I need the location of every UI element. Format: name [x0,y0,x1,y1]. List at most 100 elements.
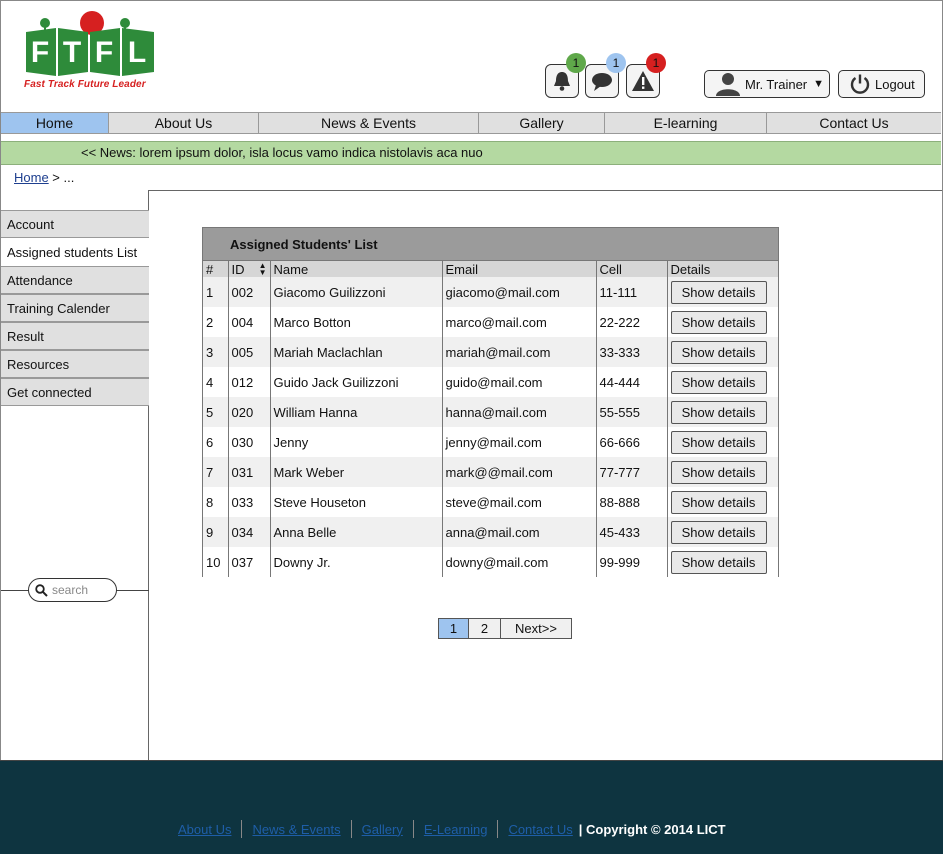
sidebar-item-get-connected[interactable]: Get connected [1,378,149,406]
cell-num: 10 [203,547,229,577]
sidebar-item-account[interactable]: Account [1,210,149,238]
show-details-button[interactable]: Show details [670,520,767,544]
search-input[interactable]: search [28,578,117,602]
cell-details: Show details [667,337,778,367]
footer-link-about-us[interactable]: About Us [178,822,231,837]
nav-e-learning[interactable]: E-learning [605,113,767,133]
table-title: Assigned Students' List [203,228,778,261]
messages-badge: 1 [606,53,626,73]
chevron-down-icon: ▼ [813,78,825,90]
cell-details: Show details [667,367,778,397]
nav-news-events[interactable]: News & Events [259,113,479,133]
nav-contact-us[interactable]: Contact Us [767,113,941,133]
sidebar-item-training-calender[interactable]: Training Calender [1,294,149,322]
show-details-button[interactable]: Show details [670,400,767,424]
students-table: Assigned Students' List # ID ▲ ▼ Name Ema… [202,227,779,577]
cell-email: giacomo@mail.com [442,277,597,307]
show-details-button[interactable]: Show details [670,430,767,454]
cell-id: 037 [228,547,271,577]
show-details-button[interactable]: Show details [670,370,767,394]
notifications-badge: 1 [566,53,586,73]
cell-name: Steve Houseton [270,487,443,517]
footer-link-news-events[interactable]: News & Events [252,822,340,837]
cell-cell: 77-777 [596,457,668,487]
table-row: 2 004 Marco Botton marco@mail.com 22-222 Show… [203,307,778,337]
sidebar-item-resources[interactable]: Resources [1,350,149,378]
show-details-button[interactable]: Show details [670,280,767,304]
logout-button[interactable]: Logout [838,70,925,98]
cell-email: marco@mail.com [442,307,597,337]
table-row: 3 005 Mariah Maclachlan mariah@mail.com 33-3… [203,337,778,367]
table-row: 6 030 Jenny jenny@mail.com 66-666 Show detail… [203,427,778,457]
cell-num: 9 [203,517,229,547]
cell-name: Downy Jr. [270,547,443,577]
cell-num: 2 [203,307,229,337]
footer-separator [412,820,414,838]
show-details-button[interactable]: Show details [670,310,767,334]
cell-id: 020 [228,397,271,427]
students-grid: # ID ▲ ▼ Name Email Cell Details 1 002 Giac… [203,261,778,577]
cell-num: 8 [203,487,229,517]
page-2-button[interactable]: 2 [469,619,501,638]
cell-num: 6 [203,427,229,457]
cell-id: 004 [228,307,271,337]
header-cell[interactable]: Cell [596,261,668,277]
cell-cell: 33-333 [596,337,668,367]
page-1-button[interactable]: 1 [439,619,469,638]
cell-email: downy@mail.com [442,547,597,577]
cell-email: jenny@mail.com [442,427,597,457]
sidebar-item-attendance[interactable]: Attendance [1,266,149,294]
user-name: Mr. Trainer [745,76,808,92]
sidebar-item-assigned-students[interactable]: Assigned students List [1,238,149,266]
cell-num: 1 [203,277,229,307]
cell-name: Jenny [270,427,443,457]
sort-icon[interactable]: ▲ ▼ [259,262,267,277]
user-menu-button[interactable]: Mr. Trainer ▼ [704,70,830,98]
header-email[interactable]: Email [442,261,597,277]
nav-home[interactable]: Home [1,113,109,133]
cell-email: mark@@mail.com [442,457,597,487]
footer-separator [497,820,499,838]
cell-name: Marco Botton [270,307,443,337]
cell-cell: 45-433 [596,517,668,547]
show-details-button[interactable]: Show details [670,490,767,514]
header-num[interactable]: # [203,261,229,277]
nav-about-us[interactable]: About Us [109,113,259,133]
cell-cell: 66-666 [596,427,668,457]
cell-num: 7 [203,457,229,487]
cell-id: 034 [228,517,271,547]
cell-num: 3 [203,337,229,367]
main-nav: Home About Us News & Events Gallery E-le… [1,112,941,134]
breadcrumb-home-link[interactable]: Home [14,170,49,185]
show-details-button[interactable]: Show details [670,460,767,484]
breadcrumb: Home > ... [14,170,74,185]
cell-num: 4 [203,367,229,397]
header-details[interactable]: Details [667,261,778,277]
cell-details: Show details [667,427,778,457]
footer-link-gallery[interactable]: Gallery [362,822,403,837]
show-details-button[interactable]: Show details [670,340,767,364]
cell-name: William Hanna [270,397,443,427]
cell-id: 012 [228,367,271,397]
footer-link-e-learning[interactable]: E-Learning [424,822,488,837]
cell-email: steve@mail.com [442,487,597,517]
cell-email: anna@mail.com [442,517,597,547]
breadcrumb-rest: > ... [48,170,75,185]
footer-links: About Us News & Events Gallery E-Learnin… [178,820,726,838]
table-row: 1 002 Giacomo Guilizzoni giacomo@mail.com 11… [203,277,778,307]
header-id[interactable]: ID ▲ ▼ [228,261,271,277]
sidebar-item-result[interactable]: Result [1,322,149,350]
show-details-button[interactable]: Show details [670,550,767,574]
pagination: 1 2 Next>> [438,618,572,639]
cell-cell: 88-888 [596,487,668,517]
table-row: 4 012 Guido Jack Guilizzoni guido@mail.com 4… [203,367,778,397]
cell-id: 030 [228,427,271,457]
next-page-button[interactable]: Next>> [501,619,571,638]
footer-link-contact-us[interactable]: Contact Us [508,822,572,837]
table-row: 10 037 Downy Jr. downy@mail.com 99-999 Show d… [203,547,778,577]
ftfl-logo[interactable]: F T F L Fast Track Future Leader [22,10,162,92]
nav-gallery[interactable]: Gallery [479,113,605,133]
header-name[interactable]: Name [270,261,443,277]
cell-cell: 11-111 [596,277,668,307]
footer-separator [350,820,352,838]
